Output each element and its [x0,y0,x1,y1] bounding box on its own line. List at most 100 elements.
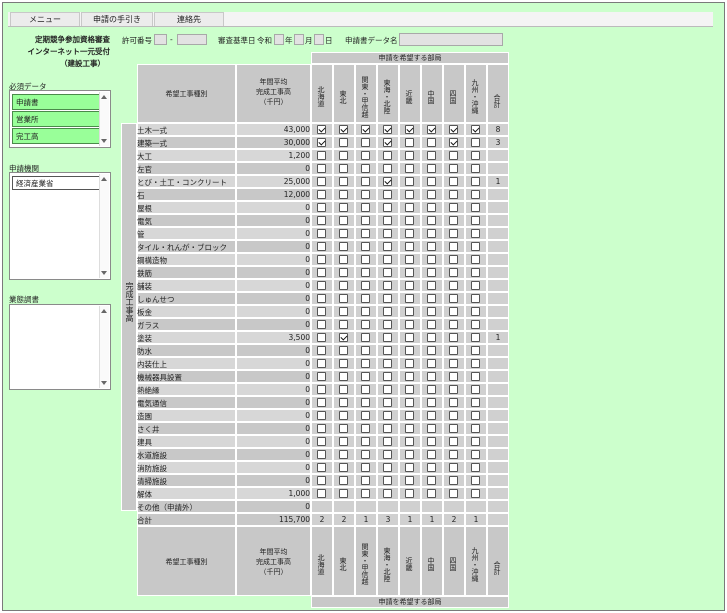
region-checkbox[interactable] [383,268,392,277]
region-checkbox[interactable] [361,294,370,303]
region-checkbox[interactable] [361,489,370,498]
region-checkbox[interactable] [471,398,480,407]
scroll-down-icon[interactable] [101,139,107,143]
region-checkbox[interactable] [449,203,458,212]
region-checkbox[interactable] [339,216,348,225]
permit-number-field-1[interactable] [154,34,167,45]
region-checkbox[interactable] [471,463,480,472]
region-checkbox[interactable] [405,346,414,355]
region-checkbox[interactable] [383,203,392,212]
region-checkbox[interactable] [317,476,326,485]
region-checkbox[interactable] [427,255,436,264]
region-checkbox[interactable] [427,294,436,303]
region-checkbox[interactable] [427,138,436,147]
region-checkbox[interactable] [427,359,436,368]
required-list-scrollbar[interactable] [99,92,109,146]
region-checkbox[interactable] [317,242,326,251]
region-checkbox[interactable] [427,125,436,134]
region-checkbox[interactable] [317,177,326,186]
region-checkbox[interactable] [383,333,392,342]
region-checkbox[interactable] [383,294,392,303]
region-checkbox[interactable] [405,424,414,433]
region-checkbox[interactable] [405,125,414,134]
region-checkbox[interactable] [427,268,436,277]
region-checkbox[interactable] [449,294,458,303]
region-checkbox[interactable] [383,164,392,173]
region-checkbox[interactable] [383,125,392,134]
region-checkbox[interactable] [361,151,370,160]
region-checkbox[interactable] [471,242,480,251]
region-checkbox[interactable] [405,307,414,316]
region-checkbox[interactable] [361,229,370,238]
region-checkbox[interactable] [317,346,326,355]
region-checkbox[interactable] [317,268,326,277]
region-checkbox[interactable] [405,164,414,173]
region-checkbox[interactable] [339,203,348,212]
region-checkbox[interactable] [471,177,480,186]
region-checkbox[interactable] [405,268,414,277]
region-checkbox[interactable] [339,125,348,134]
region-checkbox[interactable] [361,476,370,485]
region-checkbox[interactable] [427,281,436,290]
region-checkbox[interactable] [405,463,414,472]
region-checkbox[interactable] [317,372,326,381]
region-checkbox[interactable] [405,372,414,381]
region-checkbox[interactable] [449,138,458,147]
region-checkbox[interactable] [339,333,348,342]
region-checkbox[interactable] [405,320,414,329]
region-checkbox[interactable] [405,489,414,498]
region-checkbox[interactable] [427,476,436,485]
region-checkbox[interactable] [339,307,348,316]
region-checkbox[interactable] [449,177,458,186]
region-checkbox[interactable] [471,489,480,498]
region-checkbox[interactable] [317,255,326,264]
region-checkbox[interactable] [383,411,392,420]
region-checkbox[interactable] [339,437,348,446]
region-checkbox[interactable] [317,164,326,173]
region-checkbox[interactable] [317,411,326,420]
region-checkbox[interactable] [383,476,392,485]
region-checkbox[interactable] [427,164,436,173]
region-checkbox[interactable] [317,216,326,225]
region-checkbox[interactable] [471,190,480,199]
region-checkbox[interactable] [339,190,348,199]
region-checkbox[interactable] [361,190,370,199]
region-checkbox[interactable] [427,463,436,472]
region-checkbox[interactable] [405,294,414,303]
region-checkbox[interactable] [471,333,480,342]
scroll-up-icon[interactable] [101,95,107,99]
region-checkbox[interactable] [361,281,370,290]
region-checkbox[interactable] [383,398,392,407]
region-checkbox[interactable] [339,281,348,290]
region-checkbox[interactable] [361,463,370,472]
region-checkbox[interactable] [427,372,436,381]
region-checkbox[interactable] [471,125,480,134]
region-checkbox[interactable] [361,307,370,316]
region-checkbox[interactable] [449,385,458,394]
region-checkbox[interactable] [317,385,326,394]
region-checkbox[interactable] [427,203,436,212]
region-checkbox[interactable] [427,398,436,407]
region-checkbox[interactable] [449,255,458,264]
region-checkbox[interactable] [339,242,348,251]
region-checkbox[interactable] [339,320,348,329]
region-checkbox[interactable] [449,463,458,472]
region-checkbox[interactable] [383,320,392,329]
region-checkbox[interactable] [471,151,480,160]
region-checkbox[interactable] [361,177,370,186]
region-checkbox[interactable] [361,268,370,277]
region-checkbox[interactable] [361,138,370,147]
region-checkbox[interactable] [383,177,392,186]
region-checkbox[interactable] [427,385,436,394]
region-checkbox[interactable] [405,476,414,485]
review-year-field[interactable] [274,34,284,45]
region-checkbox[interactable] [383,307,392,316]
region-checkbox[interactable] [317,281,326,290]
region-checkbox[interactable] [361,424,370,433]
region-checkbox[interactable] [471,424,480,433]
region-checkbox[interactable] [361,346,370,355]
region-checkbox[interactable] [383,346,392,355]
region-checkbox[interactable] [405,138,414,147]
region-checkbox[interactable] [471,268,480,277]
menu-tab-menu[interactable]: メニュー [10,12,80,26]
